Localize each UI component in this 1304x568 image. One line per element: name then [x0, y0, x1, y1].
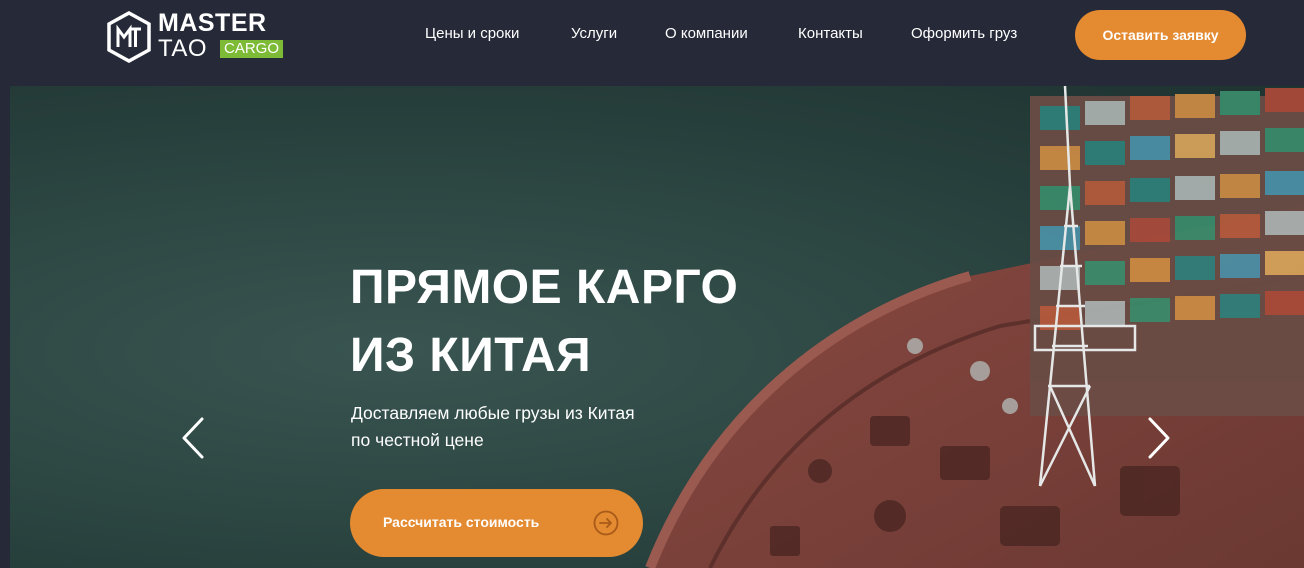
hero-subtitle-line-1: Доставляем любые грузы из Китая [351, 403, 635, 423]
hero-title-line-2: ИЗ КИТАЯ [350, 329, 592, 382]
calculate-cost-button[interactable]: Рассчитать стоимость [350, 489, 643, 557]
leave-request-button[interactable]: Оставить заявку [1075, 10, 1246, 60]
logo-tag-cargo: CARGO [220, 40, 284, 58]
nav-services[interactable]: Услуги [571, 25, 617, 45]
logo-text-master: MASTER [158, 9, 267, 37]
logo-mark-icon [107, 11, 151, 63]
hero-title-line-1: ПРЯМОЕ КАРГО [350, 261, 739, 314]
chevron-right-icon[interactable] [1146, 416, 1172, 460]
calculate-cost-label: Рассчитать стоимость [383, 514, 540, 530]
nav-prices-and-terms[interactable]: Цены и сроки [425, 25, 519, 45]
chevron-left-icon[interactable] [180, 416, 206, 460]
hero-title: ПРЯМОЕ КАРГО ИЗ КИТАЯ [350, 254, 870, 390]
nav-about-company[interactable]: О компании [665, 25, 748, 45]
hero-subtitle-line-2: по честной цене [351, 430, 484, 450]
logo-text-tao: TAO [158, 35, 208, 62]
nav-place-order[interactable]: Оформить груз [911, 25, 1017, 45]
brand-logo[interactable]: MASTER TAO CARGO [106, 9, 284, 63]
nav-contacts[interactable]: Контакты [798, 25, 863, 45]
hero-slider: ПРЯМОЕ КАРГО ИЗ КИТАЯ Доставляем любые г… [10, 86, 1304, 568]
site-header: MASTER TAO CARGO Цены и сроки Услуги О к… [0, 0, 1304, 86]
arrow-right-circle-icon [593, 510, 619, 536]
hero-subtitle: Доставляем любые грузы из Китая по честн… [351, 400, 751, 454]
